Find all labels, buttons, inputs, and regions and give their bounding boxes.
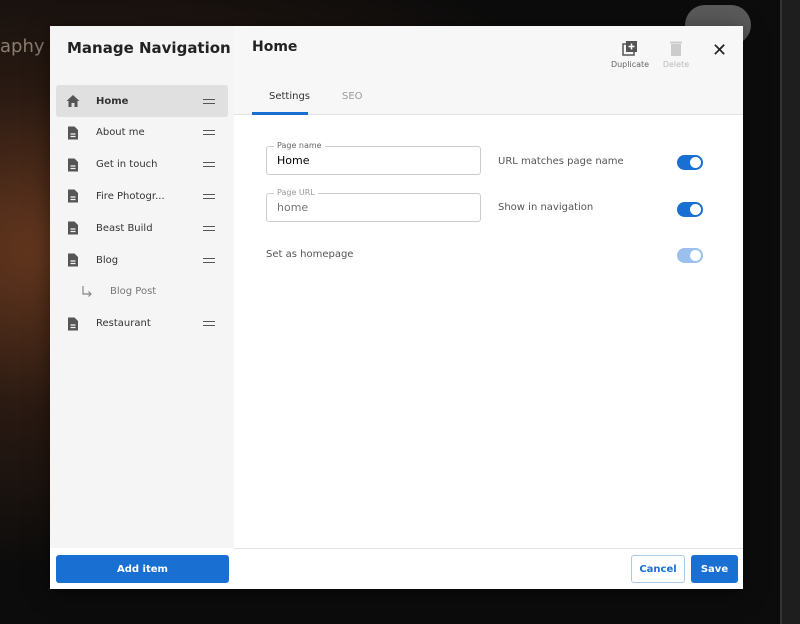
page-icon [68, 158, 78, 172]
show-in-navigation-label: Show in navigation [498, 202, 594, 213]
drag-handle-icon[interactable] [203, 162, 215, 168]
nav-item-label: About me [96, 127, 145, 139]
nav-item[interactable]: Beast Build [56, 212, 228, 244]
page-title: Home [252, 39, 298, 55]
drag-handle-icon[interactable] [203, 257, 215, 263]
trash-icon [670, 41, 682, 56]
duplicate-button[interactable]: Duplicate [610, 40, 650, 69]
nav-item-label: Home [96, 95, 129, 107]
drag-handle-icon[interactable] [203, 193, 215, 199]
page-icon [68, 221, 78, 235]
page-header: Home Duplicate Delete ✕ Settings SEO [234, 26, 743, 115]
manage-navigation-dialog: Manage Navigation Home About me Get in tou… [50, 26, 743, 589]
dialog-title: Manage Navigation [67, 39, 231, 57]
set-as-homepage-label: Set as homepage [266, 249, 354, 260]
nav-item-label: Get in touch [96, 159, 158, 171]
set-as-homepage-toggle[interactable] [677, 248, 703, 263]
nav-item[interactable]: Get in touch [56, 149, 228, 181]
url-matches-toggle[interactable] [677, 155, 703, 170]
home-icon [66, 95, 80, 107]
active-tab-indicator [252, 112, 308, 115]
tab-settings[interactable]: Settings [269, 91, 310, 102]
navigation-sidebar: Manage Navigation Home About me Get in tou… [50, 26, 234, 548]
nav-item-label: Blog Post [110, 286, 157, 298]
footer-divider [234, 548, 743, 549]
nav-item-label: Beast Build [96, 222, 153, 234]
nav-item[interactable]: Blog Post [56, 276, 228, 308]
tab-seo[interactable]: SEO [342, 91, 363, 102]
page-name-input[interactable] [277, 154, 467, 167]
drag-handle-icon[interactable] [203, 98, 215, 104]
page-name-field[interactable]: Page name [266, 141, 481, 175]
drag-handle-icon[interactable] [203, 225, 215, 231]
page-url-field[interactable]: Page URL [266, 188, 481, 222]
drag-handle-icon[interactable] [203, 321, 215, 327]
delete-button[interactable]: Delete [656, 40, 696, 69]
subpage-arrow-icon [82, 285, 92, 297]
nav-item-label: Blog [96, 254, 119, 266]
nav-item[interactable]: Home [56, 85, 228, 117]
drag-handle-icon[interactable] [203, 130, 215, 136]
page-icon [68, 253, 78, 267]
nav-item[interactable]: Fire Photogr... [56, 180, 228, 212]
page-icon [68, 126, 78, 140]
nav-item[interactable]: Blog [56, 244, 228, 276]
nav-item-label: Restaurant [96, 318, 151, 330]
show-in-navigation-toggle[interactable] [677, 202, 703, 217]
nav-item-label: Fire Photogr... [96, 190, 165, 202]
nav-item[interactable]: About me [56, 117, 228, 149]
cancel-button[interactable]: Cancel [631, 555, 685, 583]
editor-edge [780, 0, 800, 624]
duplicate-icon [622, 41, 637, 56]
page-icon [68, 189, 78, 203]
add-item-button[interactable]: Add item [56, 555, 229, 583]
nav-item[interactable]: Restaurant [56, 308, 228, 340]
page-url-input[interactable] [277, 201, 467, 214]
url-matches-label: URL matches page name [498, 156, 624, 167]
site-title-fragment: aphy [0, 36, 45, 57]
page-icon [68, 317, 78, 331]
save-button[interactable]: Save [691, 555, 738, 583]
close-icon[interactable]: ✕ [712, 40, 727, 61]
